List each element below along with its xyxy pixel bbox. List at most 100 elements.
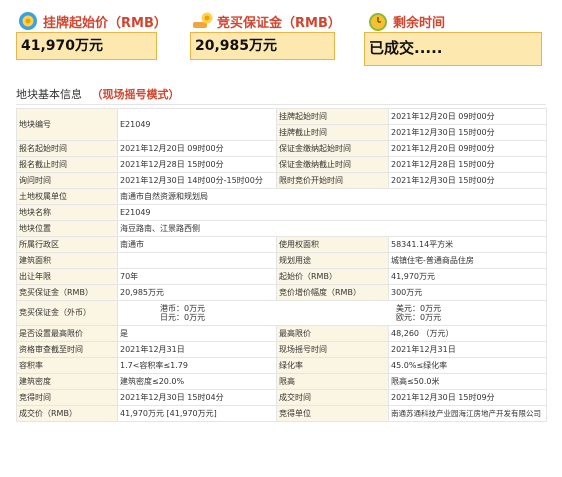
table-value: 2021年12月30日 14时00分-15时00分 [117, 172, 277, 189]
table-key: 土地权属单位 [16, 188, 118, 205]
remaining-label: 剩余时间 [393, 15, 446, 31]
table-row: 所属行政区 南通市 使用权面积 58341.14平方米 [16, 236, 547, 253]
table-row: 地块位置 海豆路南、江景路西侧 [16, 220, 547, 237]
table-key: 容积率 [16, 357, 118, 374]
table-value: 2021年12月28日 15时00分 [117, 156, 277, 173]
table-value: 2021年12月31日 [388, 341, 547, 358]
table-key: 成交价（RMB） [16, 405, 118, 422]
table-row: 询问时间 2021年12月30日 14时00分-15时00分 限时竞价开始时间 … [16, 172, 547, 189]
table-value: 2021年12月20日 09时00分 [388, 140, 547, 157]
table-value: 1.7<容积率≤1.79 [117, 357, 277, 374]
table-value: 41,970万元 [388, 268, 547, 285]
table-value: 2021年12月28日 15时00分 [388, 156, 547, 173]
table-key: 竞价增价幅度（RMB） [276, 284, 389, 301]
currency-group-left: 港币：0万元 日元：0万元 [120, 304, 256, 322]
table-value: 限高≤50.0米 [388, 373, 547, 390]
table-row: 地块名称 E21049 [16, 204, 547, 221]
table-key: 报名截止时间 [16, 156, 118, 173]
table-key: 成交时间 [276, 389, 389, 406]
table-key: 限时竞价开始时间 [276, 172, 389, 189]
table-key: 询问时间 [16, 172, 118, 189]
table-key: 资格审查截至时间 [16, 341, 118, 358]
table-key: 保证金缴纳截止时间 [276, 156, 389, 173]
table-key: 竞买保证金（外币） [16, 300, 118, 326]
table-value: 港币：0万元 日元：0万元 美元：0万元 欧元：0万元 [117, 300, 547, 326]
table-value: 41,970万元 [41,970万元] [117, 405, 277, 422]
table-key: 绿化率 [276, 357, 389, 374]
table-key: 使用权面积 [276, 236, 389, 253]
table-value: E21049 [117, 204, 547, 221]
table-value: 2021年12月30日 15时00分 [388, 124, 547, 141]
table-value: 300万元 [388, 284, 547, 301]
table-value: 南通市自然资源和规划局 [117, 188, 547, 205]
table-key: 建筑面积 [16, 252, 118, 269]
table-key: 限高 [276, 373, 389, 390]
table-value [117, 252, 277, 269]
table-value: 建筑密度≤20.0% [117, 373, 277, 390]
table-key: 建筑密度 [16, 373, 118, 390]
table-value: 海豆路南、江景路西侧 [117, 220, 547, 237]
table-row: 竞得时间 2021年12月30日 15时04分 成交时间 2021年12月30日… [16, 389, 547, 406]
table-value: 城镇住宅-普通商品住房 [388, 252, 547, 269]
currency-usd: 美元：0万元 [396, 304, 442, 313]
table-key: 所属行政区 [16, 236, 118, 253]
table-value: 48,260 （万元） [388, 325, 547, 342]
table-key: 地块位置 [16, 220, 118, 237]
deposit-stat: 竞买保证金（RMB） [192, 10, 341, 32]
currency-hkd: 港币：0万元 [160, 304, 206, 313]
table-key: 现场摇号时间 [276, 341, 389, 358]
table-key: 挂牌起始时间 [276, 108, 389, 125]
table-value: 2021年12月30日 15时09分 [388, 389, 547, 406]
start-price-value: 41,970万元 [16, 32, 157, 60]
remaining-stat: 剩余时间 [368, 10, 445, 32]
table-key: 挂牌截止时间 [276, 124, 389, 141]
table-value: 20,985万元 [117, 284, 277, 301]
table-row: 建筑密度 建筑密度≤20.0% 限高 限高≤50.0米 [16, 373, 547, 390]
table-value: 58341.14平方米 [388, 236, 547, 253]
table-row: 资格审查截至时间 2021年12月31日 现场摇号时间 2021年12月31日 [16, 341, 547, 358]
table-key: 地块名称 [16, 204, 118, 221]
table-key: 竞得时间 [16, 389, 118, 406]
remaining-value: 已成交..... [364, 32, 542, 66]
table-key: 规划用途 [276, 252, 389, 269]
table-row: 土地权属单位 南通市自然资源和规划局 [16, 188, 547, 205]
currency-group-right: 美元：0万元 欧元：0万元 [256, 304, 441, 322]
table-value: 南通苏通科技产业园海江房地产开发有限公司 [388, 405, 547, 422]
table-value: 2021年12月31日 [117, 341, 277, 358]
table-value: 2021年12月20日 09时00分 [388, 108, 547, 125]
section-title-text: 地块基本信息 [16, 88, 82, 101]
table-value: 是 [117, 325, 277, 342]
table-key: 竞得单位 [276, 405, 389, 422]
summary-bar: 挂牌起始价（RMB） 41,970万元 竞买保证金（RMB） 20,985万元 [0, 0, 562, 86]
table-row: 建筑面积 规划用途 城镇住宅-普通商品住房 [16, 252, 547, 269]
clock-icon [368, 11, 388, 31]
table-row: 容积率 1.7<容积率≤1.79 绿化率 45.0%≤绿化率 [16, 357, 547, 374]
table-value: 2021年12月30日 15时04分 [117, 389, 277, 406]
table-row: 报名截止时间 2021年12月28日 15时00分 保证金缴纳截止时间 2021… [16, 156, 547, 173]
table-key: 地块编号 [16, 108, 118, 141]
currency-jpy: 日元：0万元 [160, 313, 206, 322]
deposit-value: 20,985万元 [190, 32, 335, 60]
table-row: 报名起始时间 2021年12月20日 09时00分 保证金缴纳起始时间 2021… [16, 140, 547, 157]
currency-eur: 欧元：0万元 [396, 313, 442, 322]
coins-icon [18, 11, 38, 31]
start-price-label: 挂牌起始价（RMB） [43, 15, 167, 31]
table-value: 2021年12月30日 15时00分 [388, 172, 547, 189]
table-key: 保证金缴纳起始时间 [276, 140, 389, 157]
table-value: 45.0%≤绿化率 [388, 357, 547, 374]
deposit-label: 竞买保证金（RMB） [217, 15, 341, 31]
section-mode: （现场摇号模式） [91, 88, 180, 101]
table-key: 出让年限 [16, 268, 118, 285]
land-info-table: 地块编号 E21049 挂牌起始时间 2021年12月20日 09时00分 挂牌… [16, 108, 547, 422]
money-hand-icon [192, 11, 213, 31]
table-row: 竞买保证金（外币） 港币：0万元 日元：0万元 美元：0万元 欧元：0万元 [16, 300, 547, 326]
table-key: 最高限价 [276, 325, 389, 342]
table-row: 竞买保证金（RMB） 20,985万元 竞价增价幅度（RMB） 300万元 [16, 284, 547, 301]
table-key: 竞买保证金（RMB） [16, 284, 118, 301]
table-key: 报名起始时间 [16, 140, 118, 157]
table-key: 起始价（RMB） [276, 268, 389, 285]
section-title: 地块基本信息 （现场摇号模式） [16, 86, 546, 105]
table-value: E21049 [117, 108, 277, 141]
table-value: 2021年12月20日 09时00分 [117, 140, 277, 157]
table-row: 成交价（RMB） 41,970万元 [41,970万元] 竞得单位 南通苏通科技… [16, 405, 547, 422]
